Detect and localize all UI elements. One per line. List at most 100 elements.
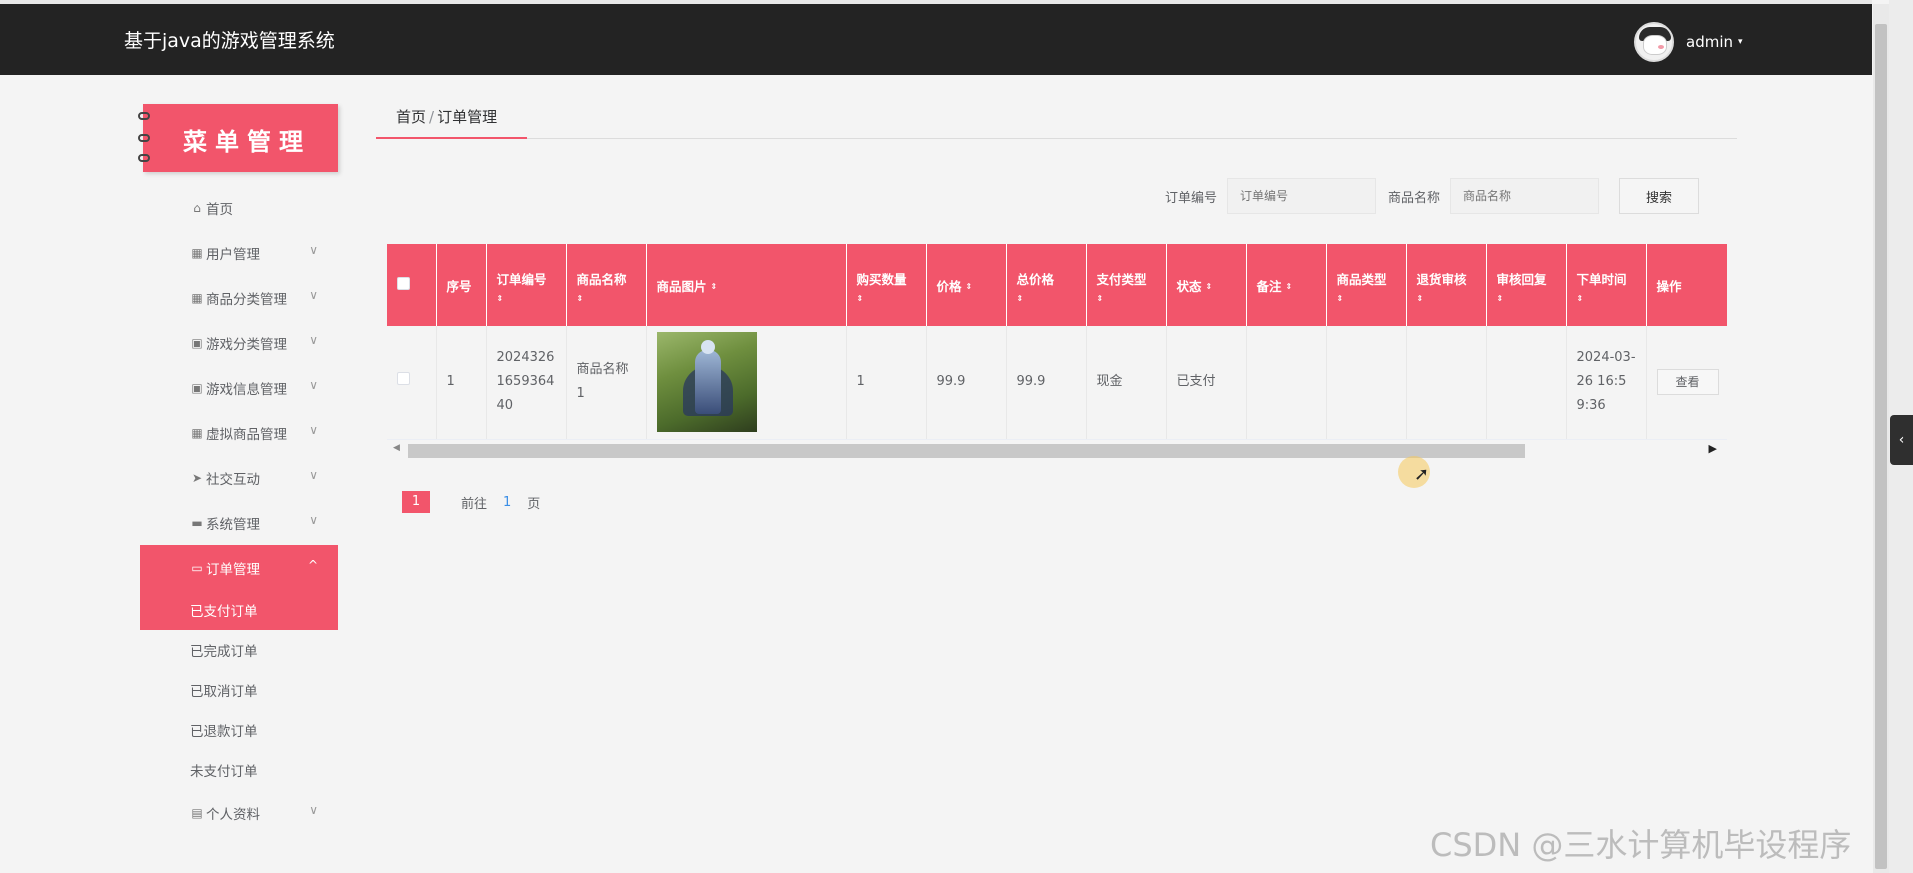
sort-icon[interactable]: ⇕ <box>1577 294 1636 302</box>
sort-icon[interactable]: ⇕ <box>1206 283 1213 291</box>
goto-page-input[interactable]: 1 <box>503 495 511 510</box>
column-label: 总价格 <box>1016 271 1055 287</box>
sidebar-item-label: 系统管理 <box>206 516 260 533</box>
sidebar-subitem-cancelled-orders[interactable]: 已取消订单 <box>140 670 338 710</box>
chevron-down-icon: ∨ <box>309 243 318 257</box>
sort-icon[interactable]: ⇕ <box>1337 294 1396 302</box>
sidebar-item-users[interactable]: ▦ 用户管理 ∨ <box>140 230 338 275</box>
column-header-status[interactable]: 状态 ⇕ <box>1166 244 1247 326</box>
apps-icon: ▦ <box>191 425 203 440</box>
column-header-remark[interactable]: 备注 ⇕ <box>1246 244 1327 326</box>
sort-icon[interactable]: ⇕ <box>966 283 973 291</box>
goto-label: 前往 <box>461 496 488 512</box>
watermark: CSDN @三水计算机毕设程序 <box>1430 826 1852 864</box>
mouse-cursor-icon: ➚ <box>1414 464 1430 485</box>
sidebar-item-game-category[interactable]: ▣ 游戏分类管理 ∨ <box>140 320 338 365</box>
column-header-product-image[interactable]: 商品图片 ⇕ <box>646 244 847 326</box>
row-checkbox[interactable] <box>397 372 410 386</box>
sidebar-item-system[interactable]: ▬ 系统管理 ∨ <box>140 500 338 545</box>
breadcrumb-home[interactable]: 首页 <box>396 108 426 126</box>
sort-icon[interactable]: ⇕ <box>1097 294 1156 302</box>
column-label: 审核回复 <box>1496 271 1547 287</box>
cell-product-name: 商品名称1 <box>566 326 647 440</box>
cell-price: 99.9 <box>926 326 1007 440</box>
sidebar-item-product-category[interactable]: ▦ 商品分类管理 ∨ <box>140 275 338 320</box>
sidebar-item-label: 订单管理 <box>206 561 260 578</box>
column-label: 下单时间 <box>1576 271 1627 287</box>
cell-index: 1 <box>436 326 487 440</box>
vertical-scrollbar[interactable] <box>1873 4 1889 873</box>
scrollbar-thumb[interactable] <box>1875 24 1887 869</box>
chevron-down-icon: ∨ <box>309 803 318 817</box>
column-label: 商品图片 <box>656 278 707 294</box>
sidebar-item-label: 商品分类管理 <box>206 291 287 308</box>
select-all-checkbox[interactable] <box>397 277 410 290</box>
scroll-right-icon[interactable]: ▶ <box>1709 442 1717 455</box>
sort-icon[interactable]: ⇕ <box>1286 283 1293 291</box>
caret-down-icon[interactable]: ▾ <box>1738 37 1743 47</box>
column-header-product-type[interactable]: 商品类型 ⇕ <box>1326 244 1407 326</box>
chevron-down-icon: ∨ <box>309 288 318 302</box>
sidebar-subitem-unpaid-orders[interactable]: 未支付订单 <box>140 750 338 790</box>
sidebar-subitem-paid-orders[interactable]: 已支付订单 <box>140 590 338 630</box>
column-header-order-time[interactable]: 下单时间 ⇕ <box>1566 244 1647 326</box>
sort-icon[interactable]: ⇕ <box>711 283 718 291</box>
column-header-quantity[interactable]: 购买数量 ⇕ <box>846 244 927 326</box>
menu-banner: 菜单管理 <box>138 104 338 172</box>
page-unit-label: 页 <box>527 496 541 512</box>
sidebar-item-game-info[interactable]: ▣ 游戏信息管理 ∨ <box>140 365 338 410</box>
column-label: 操作 <box>1656 278 1682 294</box>
column-label: 商品类型 <box>1336 271 1387 287</box>
sidebar-item-label: 虚拟商品管理 <box>206 426 287 443</box>
clipboard-icon: ▣ <box>191 380 203 395</box>
sort-icon[interactable]: ⇕ <box>577 294 636 302</box>
avatar[interactable] <box>1634 22 1674 62</box>
sort-icon[interactable]: ⇕ <box>857 294 916 302</box>
view-button[interactable]: 查看 <box>1656 369 1719 396</box>
order-no-label: 订单编号 <box>1165 190 1218 206</box>
sidebar-item-profile[interactable]: ▤ 个人资料 ∨ <box>140 790 338 835</box>
user-name[interactable]: admin <box>1686 33 1733 51</box>
sidebar-item-virtual-goods[interactable]: ▦ 虚拟商品管理 ∨ <box>140 410 338 455</box>
scrollbar-thumb[interactable] <box>408 444 1525 458</box>
sort-icon[interactable]: ⇕ <box>1017 294 1076 302</box>
column-header-product-name[interactable]: 商品名称 ⇕ <box>566 244 647 326</box>
sidebar-item-label: 游戏信息管理 <box>206 381 287 398</box>
cell-remark <box>1246 326 1327 440</box>
table-horizontal-scrollbar[interactable]: ◀ ▶ <box>387 441 1727 459</box>
column-header-total[interactable]: 总价格 ⇕ <box>1006 244 1087 326</box>
cell-review-reply <box>1486 326 1567 440</box>
column-header-review-reply[interactable]: 审核回复 ⇕ <box>1486 244 1567 326</box>
grid-icon: ▦ <box>191 290 203 305</box>
collapse-panel-icon[interactable]: ‹ <box>1890 415 1913 465</box>
sidebar-item-home[interactable]: ⌂ 首页 <box>140 185 338 230</box>
sort-icon[interactable]: ⇕ <box>1497 294 1556 302</box>
page-number-current[interactable]: 1 <box>402 491 430 513</box>
thumbnail-head <box>700 340 715 355</box>
product-name-label: 商品名称 <box>1388 190 1441 206</box>
sort-icon[interactable]: ⇕ <box>1417 294 1476 302</box>
product-name-input[interactable] <box>1450 178 1600 214</box>
table-row[interactable]: 1 2024326165936440 商品名称1 1 99.9 99.9 现金 … <box>387 326 1727 440</box>
sidebar-subitem-completed-orders[interactable]: 已完成订单 <box>140 630 338 670</box>
sidebar-item-label: 用户管理 <box>206 246 260 263</box>
column-label: 购买数量 <box>856 271 907 287</box>
sidebar-subitem-refunded-orders[interactable]: 已退款订单 <box>140 710 338 750</box>
sidebar-item-social[interactable]: ➤ 社交互动 ∨ <box>140 455 338 500</box>
column-label: 状态 <box>1176 278 1202 294</box>
cell-product-image <box>646 326 847 440</box>
chevron-down-icon: ∨ <box>309 378 318 392</box>
column-header-order-no[interactable]: 订单编号 ⇕ <box>486 244 567 326</box>
sidebar-item-orders[interactable]: ▭ 订单管理 ^ <box>140 545 338 590</box>
column-header-price[interactable]: 价格 ⇕ <box>926 244 1007 326</box>
column-label: 序号 <box>446 278 472 294</box>
user-menu[interactable]: admin ▾ <box>1634 22 1743 62</box>
sort-icon[interactable]: ⇕ <box>497 294 556 302</box>
column-header-return-review[interactable]: 退货审核 ⇕ <box>1406 244 1487 326</box>
search-button[interactable]: 搜索 <box>1619 178 1700 214</box>
column-header-pay-type[interactable]: 支付类型 ⇕ <box>1086 244 1167 326</box>
row-select-cell <box>387 326 437 440</box>
order-no-input[interactable] <box>1227 178 1377 214</box>
scroll-left-icon[interactable]: ◀ <box>393 443 400 453</box>
product-thumbnail[interactable] <box>656 332 757 433</box>
